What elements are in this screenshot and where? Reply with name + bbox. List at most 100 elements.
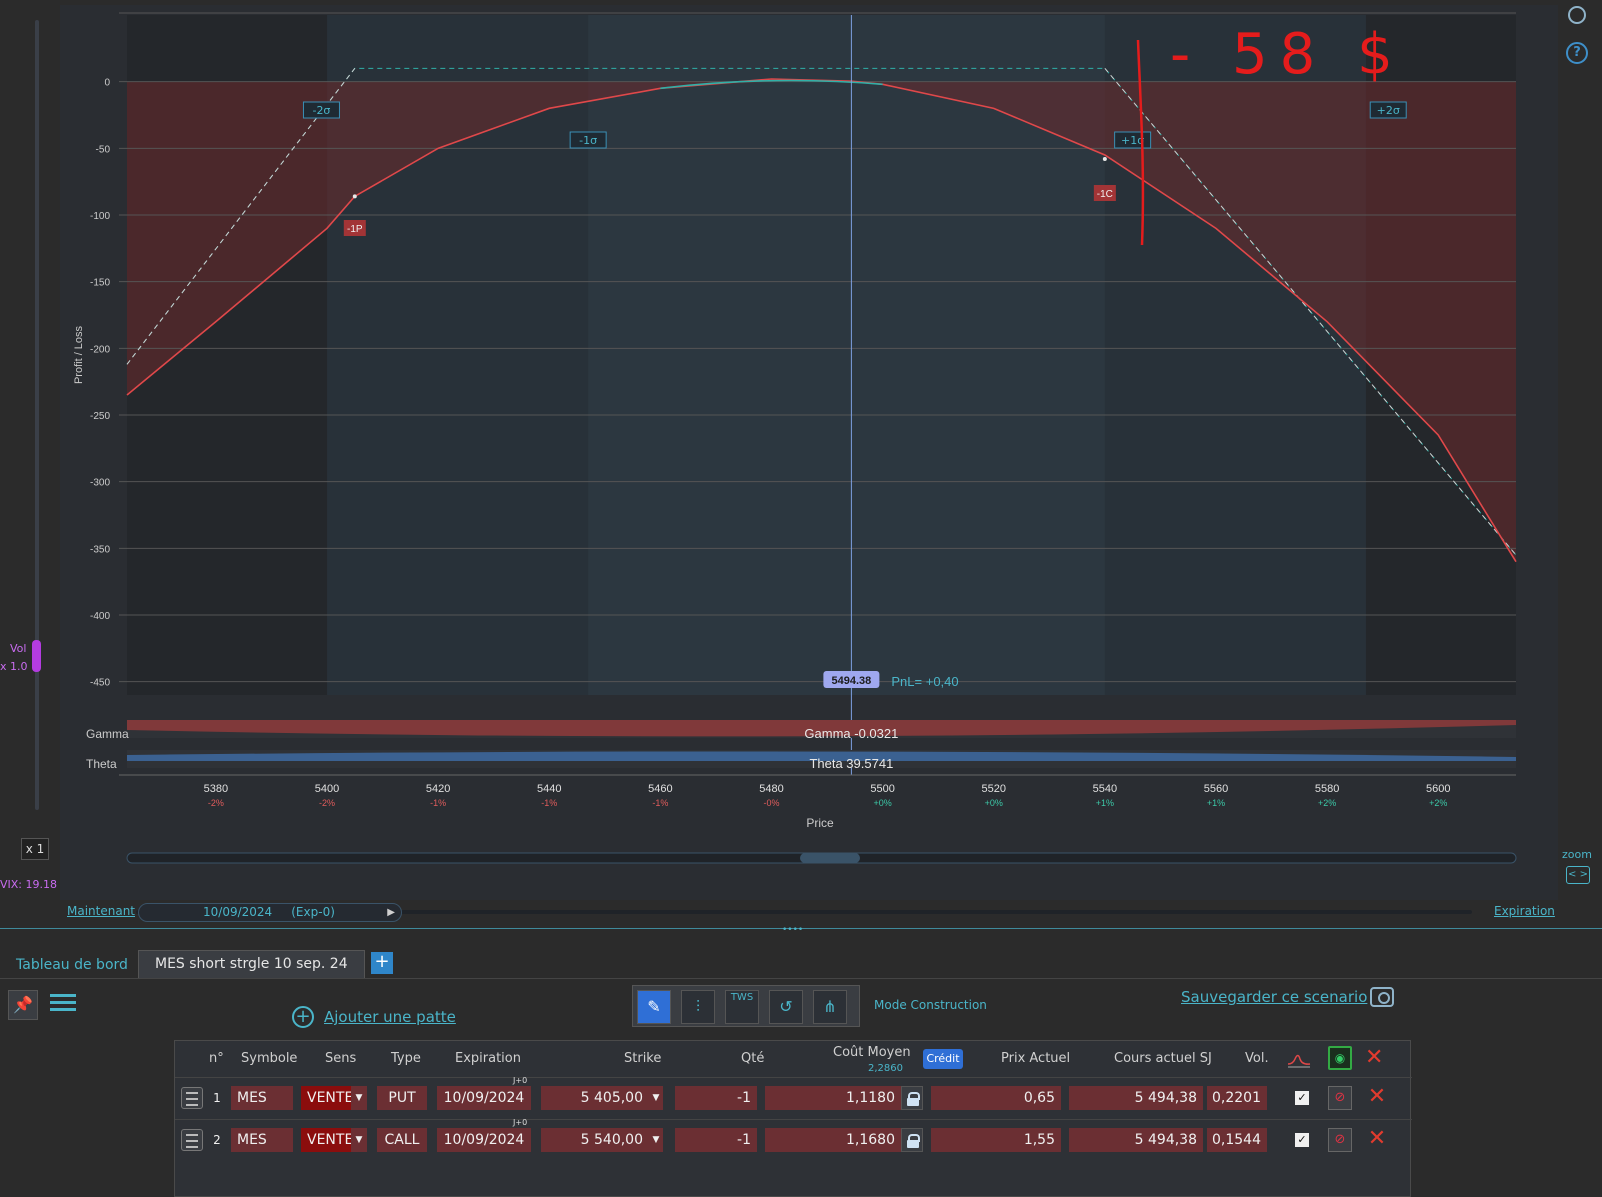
drag-handle-icon[interactable]: [181, 1087, 203, 1109]
qty-field[interactable]: -1: [675, 1086, 757, 1110]
x-tick-pct: +0%: [873, 798, 891, 808]
symbol-field[interactable]: MES: [231, 1128, 293, 1152]
x-tick-label: 5440: [537, 783, 561, 795]
lock-icon[interactable]: [901, 1086, 923, 1110]
checkbox-checked-icon[interactable]: ✓: [1295, 1133, 1309, 1147]
sigma-label: +2σ: [1377, 104, 1400, 117]
time-slider-thumb[interactable]: 10/09/2024 (Exp-0) ▶: [138, 903, 402, 922]
type-field[interactable]: PUT: [377, 1086, 427, 1110]
vol-value: 0,2201: [1207, 1086, 1267, 1110]
help-icon[interactable]: ?: [1566, 42, 1588, 64]
vol-slider-track[interactable]: [35, 20, 39, 810]
type-field[interactable]: CALL: [377, 1128, 427, 1152]
row-number: 1: [213, 1091, 221, 1105]
lock-icon[interactable]: [901, 1128, 923, 1152]
avg-cost-field[interactable]: 1,1180: [765, 1086, 901, 1110]
x-tick-label: 5480: [759, 783, 783, 795]
x-tick-pct: -1%: [430, 798, 446, 808]
tws-label: TWS: [730, 992, 754, 1003]
expiration-field[interactable]: 10/09/2024: [437, 1086, 531, 1110]
header-no: n°: [209, 1051, 224, 1066]
symbol-field[interactable]: MES: [231, 1086, 293, 1110]
credit-badge[interactable]: Crédit: [923, 1049, 963, 1069]
header-vol: Vol.: [1245, 1051, 1269, 1066]
x-tick-pct: -1%: [541, 798, 557, 808]
delete-leg-icon[interactable]: ✕: [1365, 1126, 1389, 1152]
delete-all-icon[interactable]: ✕: [1365, 1045, 1383, 1070]
chevron-down-icon[interactable]: ▼: [649, 1086, 663, 1110]
theta-value: Theta 39.5741: [809, 756, 893, 771]
table-row[interactable]: 1 MES VENTE ▼ PUT 10/09/2024 J+0 5 405,0…: [175, 1076, 1412, 1115]
header-underlying: Cours actuel SJ: [1114, 1051, 1212, 1066]
leg-marker-label: -1P: [347, 224, 363, 235]
x-tick-label: 5560: [1204, 783, 1228, 795]
vix-label: VIX: 19.18: [0, 878, 57, 891]
qty-field[interactable]: -1: [675, 1128, 757, 1152]
zoom-button[interactable]: < >: [1566, 866, 1590, 884]
hide-eye-icon[interactable]: ⊘: [1328, 1086, 1352, 1110]
chevron-down-icon[interactable]: ▼: [649, 1128, 663, 1152]
add-leg-button[interactable]: + Ajouter une patte: [292, 1006, 456, 1028]
pnl-label: PnL= +0,40: [891, 674, 958, 689]
strike-field[interactable]: 5 405,00: [541, 1086, 663, 1110]
gamma-value: Gamma -0.0321: [804, 726, 898, 741]
x-tick-label: 5400: [315, 783, 339, 795]
drag-handle-icon[interactable]: [181, 1129, 203, 1151]
plus-circle-icon: +: [292, 1006, 314, 1028]
x-tick-label: 5580: [1315, 783, 1339, 795]
camera-icon[interactable]: [1370, 987, 1394, 1007]
strike-field[interactable]: 5 540,00: [541, 1128, 663, 1152]
share-icon[interactable]: ⋔: [813, 990, 847, 1024]
sliders-icon[interactable]: ⫶: [681, 990, 715, 1024]
pnl-chart-panel[interactable]: 0 -50 -100 -150 -200 -250 -300 -350 -400 -450 Prof…: [60, 5, 1558, 900]
expiration-link[interactable]: Expiration: [1494, 904, 1555, 918]
y-tick-label: -450: [90, 678, 110, 689]
history-icon[interactable]: ↺: [769, 990, 803, 1024]
current-price-label: 5494.38: [832, 675, 872, 687]
days-offset: J+0: [513, 1076, 528, 1085]
y-axis-label: Profit / Loss: [73, 325, 85, 384]
header-current-price: Prix Actuel: [1001, 1051, 1071, 1066]
tab-dashboard[interactable]: Tableau de bord: [6, 955, 138, 977]
total-avg-cost: 2,2860: [868, 1063, 903, 1074]
play-icon: ▶: [387, 907, 395, 918]
pin-icon[interactable]: 📌: [8, 990, 38, 1020]
chevron-down-icon[interactable]: ▼: [351, 1128, 367, 1152]
current-price-value: 0,65: [931, 1086, 1061, 1110]
save-scenario-link[interactable]: Sauvegarder ce scenario: [1181, 988, 1367, 1006]
delete-leg-icon[interactable]: ✕: [1365, 1084, 1389, 1110]
handwritten-annotation: - 58 $: [1170, 22, 1405, 87]
hide-eye-icon[interactable]: ⊘: [1328, 1128, 1352, 1152]
pnl-chart[interactable]: 0 -50 -100 -150 -200 -250 -300 -350 -400 -450 Prof…: [60, 5, 1558, 900]
vol-slider-thumb[interactable]: [32, 640, 41, 672]
construction-mode-icon[interactable]: ✎: [637, 990, 671, 1024]
expiration-field[interactable]: 10/09/2024: [437, 1128, 531, 1152]
checkbox-checked-icon[interactable]: ✓: [1295, 1091, 1309, 1105]
x1-button[interactable]: x 1: [21, 838, 49, 860]
divider-grip-icon[interactable]: ••••: [782, 925, 803, 935]
table-row[interactable]: 2 MES VENTE ▼ CALL 10/09/2024 J+0 5 540,…: [175, 1118, 1412, 1157]
app-root: Vol x 1.0 x 1 VIX: 19.18 0 -50 -100 -150 -20…: [0, 0, 1602, 1197]
vol-label: Vol: [10, 642, 27, 655]
tab-scenario[interactable]: MES short strgle 10 sep. 24: [138, 950, 365, 978]
chart-scrollbar-thumb[interactable]: [800, 853, 860, 863]
x-tick-pct: +2%: [1429, 798, 1447, 808]
vol-value: 0,1544: [1207, 1128, 1267, 1152]
gear-icon[interactable]: [1568, 6, 1586, 24]
hamburger-menu-icon[interactable]: [50, 994, 76, 1016]
x-tick-pct: -2%: [208, 798, 224, 808]
greeks-wave-icon[interactable]: [1287, 1049, 1311, 1069]
sense-select[interactable]: VENTE: [301, 1086, 353, 1110]
show-all-eye-icon[interactable]: ◉: [1328, 1046, 1352, 1070]
header-type: Type: [391, 1051, 421, 1066]
leg-point: [1102, 157, 1107, 161]
gamma-label: Gamma: [86, 727, 129, 741]
sense-select[interactable]: VENTE: [301, 1128, 353, 1152]
chevron-down-icon[interactable]: ▼: [351, 1086, 367, 1110]
mode-label: Mode Construction: [874, 998, 987, 1012]
tws-icon[interactable]: TWS: [725, 990, 759, 1024]
now-link[interactable]: Maintenant: [67, 904, 135, 918]
avg-cost-field[interactable]: 1,1680: [765, 1128, 901, 1152]
add-tab-button[interactable]: +: [371, 952, 393, 974]
x-axis-label: Price: [806, 816, 834, 830]
